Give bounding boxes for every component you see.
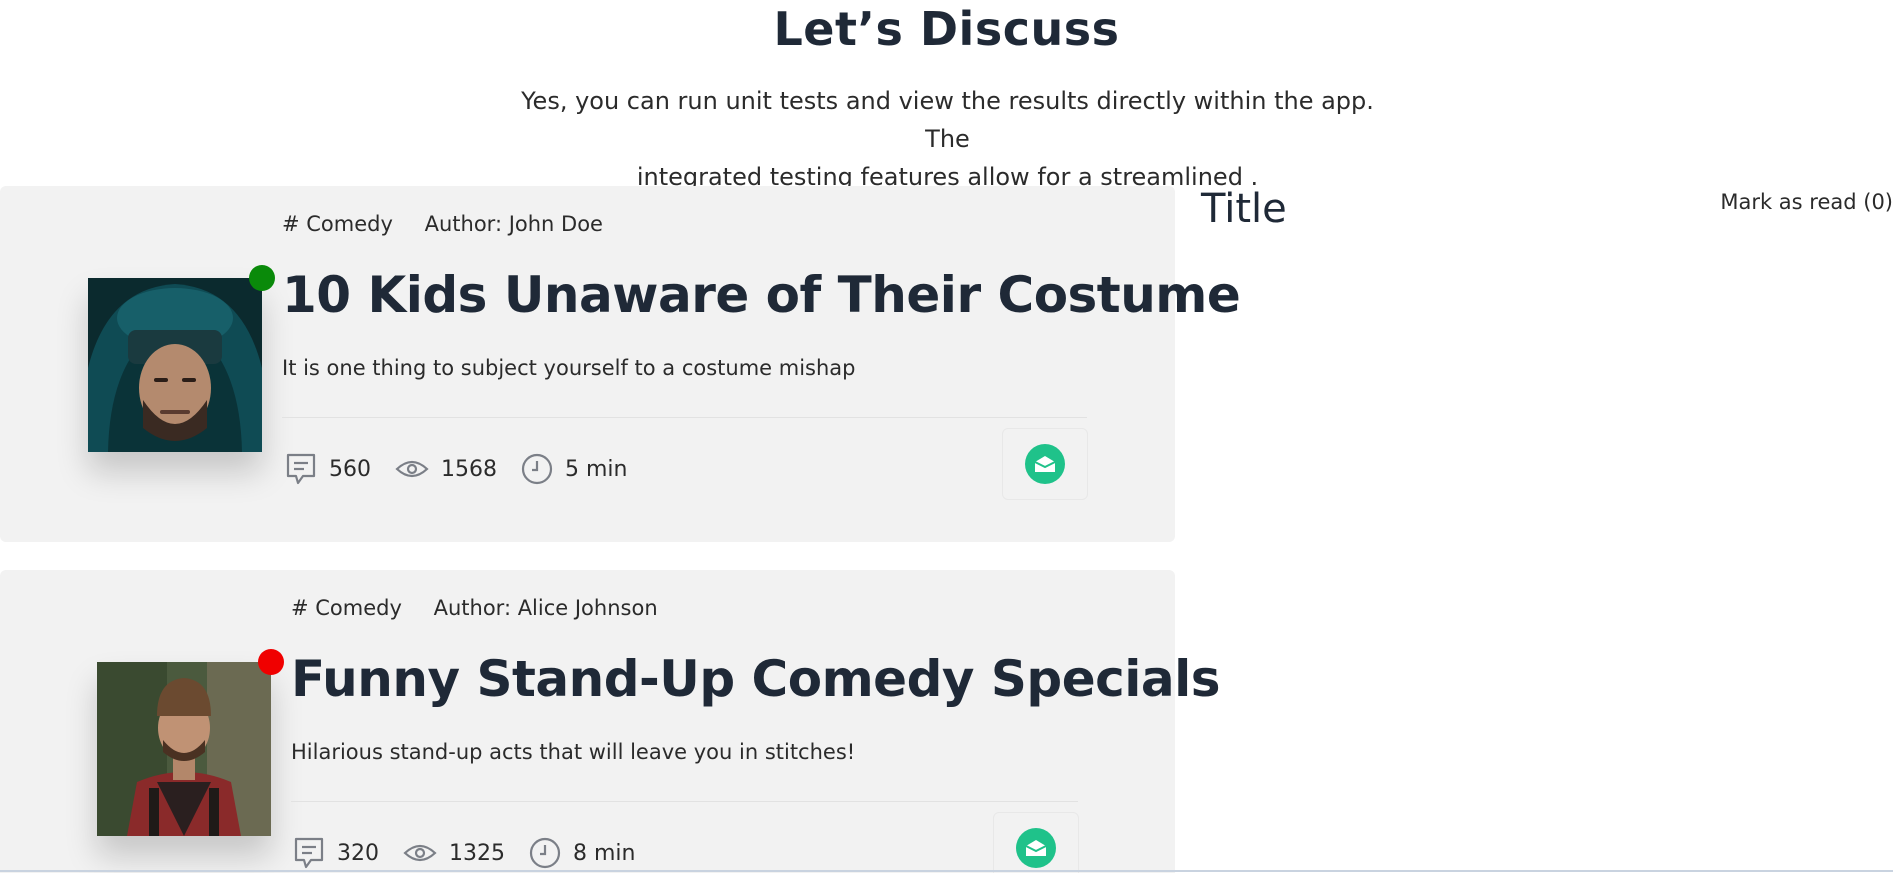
avatar-beanie-man-image [97,662,271,836]
read-time: 5 min [565,456,628,482]
envelope-open-icon [1025,444,1065,484]
divider [291,801,1078,802]
author-label: Author: Alice Johnson [433,596,658,620]
eye-icon [395,460,429,478]
read-time-stat: 5 min [521,453,627,485]
views-count: 1568 [441,456,497,482]
post-meta: # Comedy Author: Alice Johnson [291,596,683,620]
comments-count: 560 [329,456,371,482]
views-count: 1325 [449,840,505,866]
comments-stat: 560 [285,452,371,486]
views-stat: 1325 [403,841,505,866]
intro-text: Yes, you can run unit tests and view the… [500,82,1395,196]
envelope-open-icon [1016,828,1056,868]
mark-read-button[interactable] [993,812,1079,873]
post-card[interactable]: # Comedy Author: Alice Johnson Funny Sta… [0,570,1221,873]
post-stats: 560 1568 5 min [285,452,651,486]
post-description: It is one thing to subject yourself to a… [282,356,856,380]
post-description: Hilarious stand-up acts that will leave … [291,740,856,764]
avatar[interactable] [88,265,275,452]
page-title: Let’s Discuss [773,2,1120,56]
post-title[interactable]: Funny Stand-Up Comedy Specials [291,650,1221,708]
post-meta: # Comedy Author: John Doe [282,212,628,236]
eye-icon [403,844,437,862]
category-tag[interactable]: # Comedy [291,596,402,620]
bottom-border [0,870,1893,872]
post-stats: 320 1325 8 min [293,836,659,870]
comments-stat: 320 [293,836,379,870]
views-stat: 1568 [395,457,497,482]
avatar-hooded-man-image [88,278,262,452]
clock-icon [521,453,553,485]
mark-as-read-link[interactable]: Mark as read (0) [1720,190,1893,214]
comments-count: 320 [337,840,379,866]
offline-status-dot [258,649,284,675]
read-time-stat: 8 min [529,837,635,869]
read-time: 8 min [573,840,636,866]
post-title[interactable]: 10 Kids Unaware of Their Costume [282,266,1241,324]
avatar[interactable] [97,649,284,836]
online-status-dot [249,265,275,291]
comment-icon [294,837,324,869]
category-tag[interactable]: # Comedy [282,212,393,236]
sidebar-title: Title [1201,186,1287,232]
clock-icon [529,837,561,869]
divider [282,417,1087,418]
comment-icon [286,453,316,485]
mark-read-button[interactable] [1002,428,1088,500]
post-card[interactable]: # Comedy Author: John Doe 10 Kids Unawar… [0,186,1241,542]
page: Let’s Discuss Yes, you can run unit test… [0,0,1893,873]
intro-line-1: Yes, you can run unit tests and view the… [521,87,1374,153]
author-label: Author: John Doe [424,212,603,236]
